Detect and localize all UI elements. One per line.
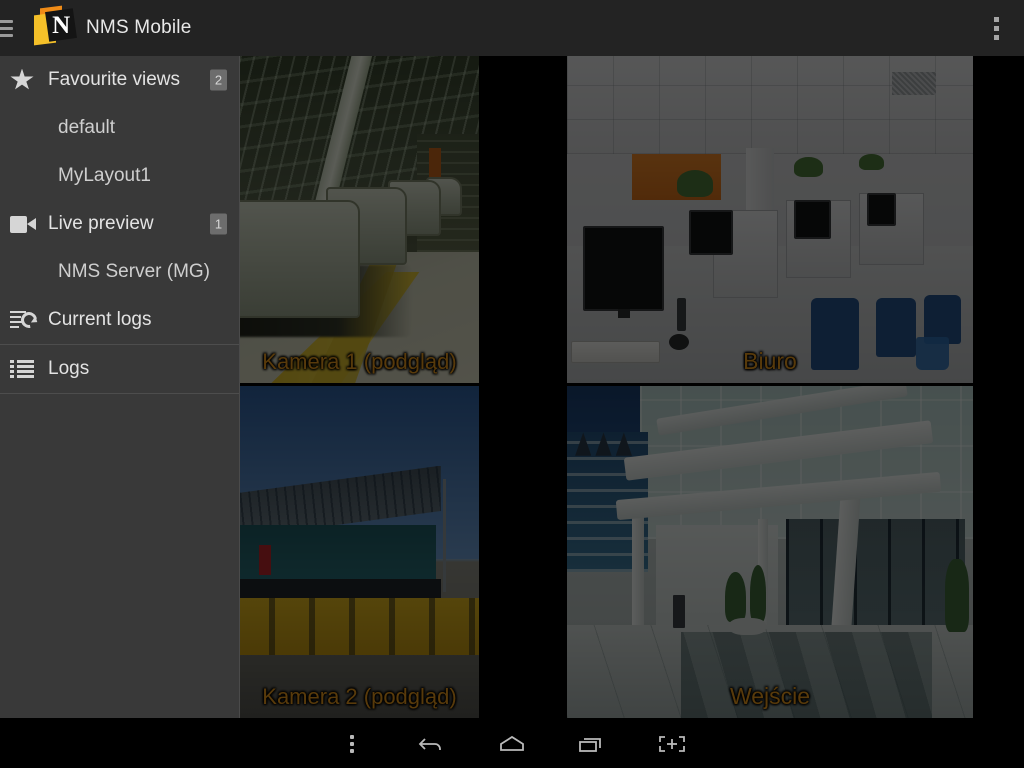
navigation-drawer: Favourite views 2 default MyLayout1 Live… bbox=[0, 56, 240, 718]
sidebar-item-current-logs[interactable]: Current logs bbox=[0, 296, 239, 344]
sidebar-child-nms-server[interactable]: NMS Server (MG) bbox=[0, 248, 239, 296]
sidebar-item-label: Current logs bbox=[48, 309, 152, 330]
sidebar-child-label: default bbox=[58, 117, 116, 138]
drawer-divider-bottom bbox=[0, 393, 239, 394]
sidebar-item-label: Logs bbox=[48, 358, 90, 379]
sidebar-item-label: Live preview bbox=[48, 213, 154, 234]
status-badge: 2 bbox=[210, 69, 227, 91]
sidebar-item-favourite-views[interactable]: Favourite views 2 bbox=[0, 56, 239, 104]
camera-scene-entrance bbox=[567, 386, 973, 718]
camera-cell-1[interactable]: Kamera 1 (podgląd) bbox=[240, 56, 479, 383]
camera-scene-office bbox=[567, 56, 973, 383]
overflow-menu-icon[interactable] bbox=[312, 720, 392, 768]
video-camera-icon bbox=[10, 215, 48, 233]
camera-cell-2[interactable]: Biuro bbox=[567, 56, 973, 383]
sidebar-item-live-preview[interactable]: Live preview 1 bbox=[0, 200, 239, 248]
recent-apps-icon[interactable] bbox=[552, 720, 632, 768]
hamburger-icon[interactable] bbox=[0, 0, 22, 56]
status-badge: 1 bbox=[210, 213, 227, 235]
logo-letter: N bbox=[52, 11, 70, 39]
camera-scene-factory bbox=[240, 56, 479, 383]
camera-label: Biuro bbox=[743, 348, 797, 374]
sidebar-child-mylayout1[interactable]: MyLayout1 bbox=[0, 152, 239, 200]
home-icon[interactable] bbox=[472, 720, 552, 768]
camera-label: Wejście bbox=[729, 683, 811, 709]
sidebar-child-label: MyLayout1 bbox=[58, 165, 151, 186]
camera-cell-4[interactable]: Wejście bbox=[567, 386, 973, 718]
app-title: NMS Mobile bbox=[86, 17, 192, 38]
app-logo: N bbox=[26, 5, 77, 51]
camera-label: Kamera 2 (podgląd) bbox=[262, 684, 457, 709]
camera-label: Kamera 1 (podgląd) bbox=[262, 349, 457, 374]
overflow-menu-icon[interactable] bbox=[968, 0, 1024, 56]
sidebar-item-logs[interactable]: Logs bbox=[0, 345, 239, 393]
action-bar: N NMS Mobile bbox=[0, 0, 1024, 56]
system-navigation-bar bbox=[0, 720, 1024, 768]
nms-mobile-app: Kamera 1 (podgląd) Biuro Kamera 2 (podgl… bbox=[0, 0, 1024, 768]
screenshot-brackets-plus-icon[interactable] bbox=[632, 720, 712, 768]
sync-logs-icon bbox=[10, 308, 48, 331]
back-arrow-icon[interactable] bbox=[392, 720, 472, 768]
sidebar-child-label: NMS Server (MG) bbox=[58, 261, 210, 282]
list-icon bbox=[10, 360, 48, 378]
camera-scene-yard bbox=[240, 386, 479, 718]
star-icon bbox=[10, 68, 48, 92]
camera-cell-3[interactable]: Kamera 2 (podgląd) bbox=[240, 386, 479, 718]
sidebar-child-default[interactable]: default bbox=[0, 104, 239, 152]
sidebar-item-label: Favourite views bbox=[48, 69, 180, 90]
